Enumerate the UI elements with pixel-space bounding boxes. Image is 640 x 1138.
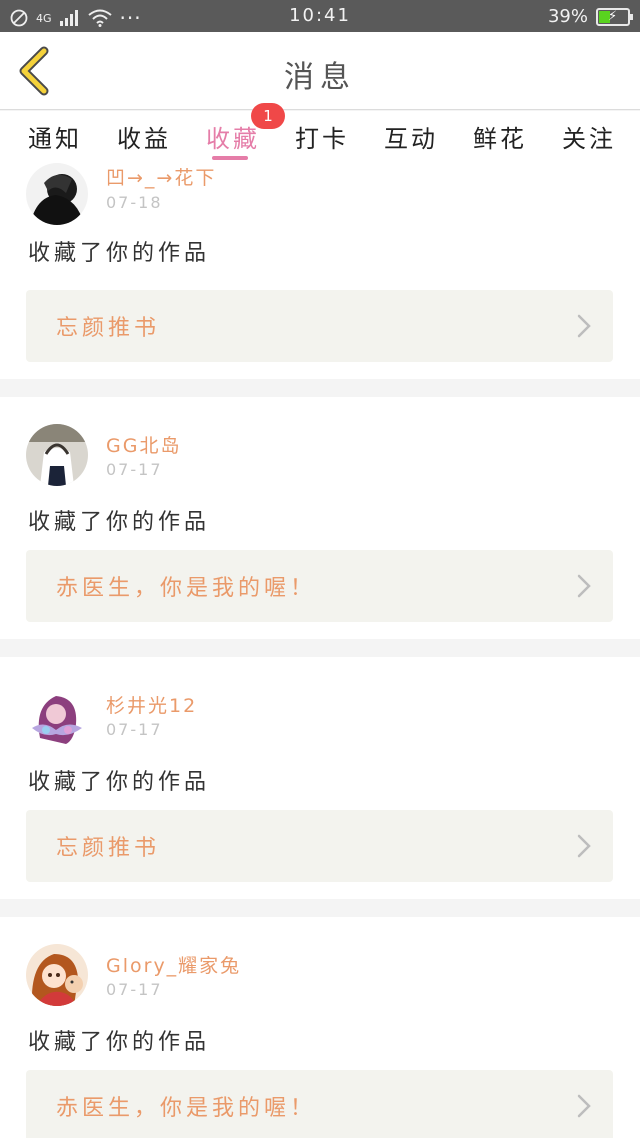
username[interactable]: GG北岛 [106,431,181,458]
header-bar: 消息 [0,32,640,110]
tab-interactions[interactable]: 互动 [384,119,438,154]
avatar[interactable] [26,424,88,486]
list-item: GG北岛 07-17 收藏了你的作品 赤医生，你是我的喔！ [0,397,640,639]
work-title: 赤医生，你是我的喔！ [56,576,317,601]
timestamp: 07-17 [106,980,163,999]
username[interactable]: Glory_耀家兔 [106,951,241,978]
tab-checkin[interactable]: 打卡 [295,119,349,154]
clock: 10:41 [289,5,351,26]
action-text: 收藏了你的作品 [28,510,211,535]
username[interactable]: 杉井光12 [106,691,197,718]
action-text: 收藏了你的作品 [28,241,211,266]
work-title: 赤医生，你是我的喔！ [56,1096,317,1121]
charging-icon: ⚡ [608,8,618,24]
timestamp: 07-17 [106,460,163,479]
chevron-right-icon [577,574,591,598]
work-title: 忘颜推书 [56,836,161,861]
avatar[interactable] [26,684,88,746]
chevron-right-icon [577,834,591,858]
tab-notifications[interactable]: 通知 [28,119,82,154]
timestamp: 07-17 [106,720,163,739]
status-icons-right: 39% ⚡ [547,6,633,27]
work-link[interactable]: 忘颜推书 [26,290,613,362]
action-text: 收藏了你的作品 [28,770,211,795]
chevron-right-icon [577,314,591,338]
battery-icon: ⚡ [596,7,633,26]
tab-following[interactable]: 关注 [562,119,616,154]
list-item: 杉井光12 07-17 收藏了你的作品 忘颜推书 [0,657,640,899]
status-bar: 4G ··· 10:41 39% ⚡ [0,0,640,32]
work-link[interactable]: 忘颜推书 [26,810,613,882]
tab-earnings[interactable]: 收益 [117,119,171,154]
tab-bar: 通知 收益 收藏 1 打卡 互动 鲜花 关注 [0,103,640,161]
work-link[interactable]: 赤医生，你是我的喔！ [26,1070,613,1138]
page-title: 消息 [284,60,356,95]
battery-percent: 39% [547,6,588,27]
action-text: 收藏了你的作品 [28,1030,211,1055]
unread-badge: 1 [251,103,285,129]
timestamp: 07-18 [106,193,163,212]
tab-favorites[interactable]: 收藏 [206,119,260,154]
work-link[interactable]: 赤医生，你是我的喔！ [26,550,613,622]
work-title: 忘颜推书 [56,316,161,341]
active-tab-indicator [212,156,248,160]
avatar[interactable] [26,163,88,225]
list-item: 凹→_→花下 07-18 收藏了你的作品 忘颜推书 [0,161,640,379]
list-item: Glory_耀家兔 07-17 收藏了你的作品 赤医生，你是我的喔！ [0,917,640,1138]
avatar[interactable] [26,944,88,1006]
notification-list: 凹→_→花下 07-18 收藏了你的作品 忘颜推书 GG北岛 07-17 收藏了… [0,161,640,1138]
username[interactable]: 凹→_→花下 [106,163,216,190]
tab-flowers[interactable]: 鲜花 [473,119,527,154]
chevron-right-icon [577,1094,591,1118]
